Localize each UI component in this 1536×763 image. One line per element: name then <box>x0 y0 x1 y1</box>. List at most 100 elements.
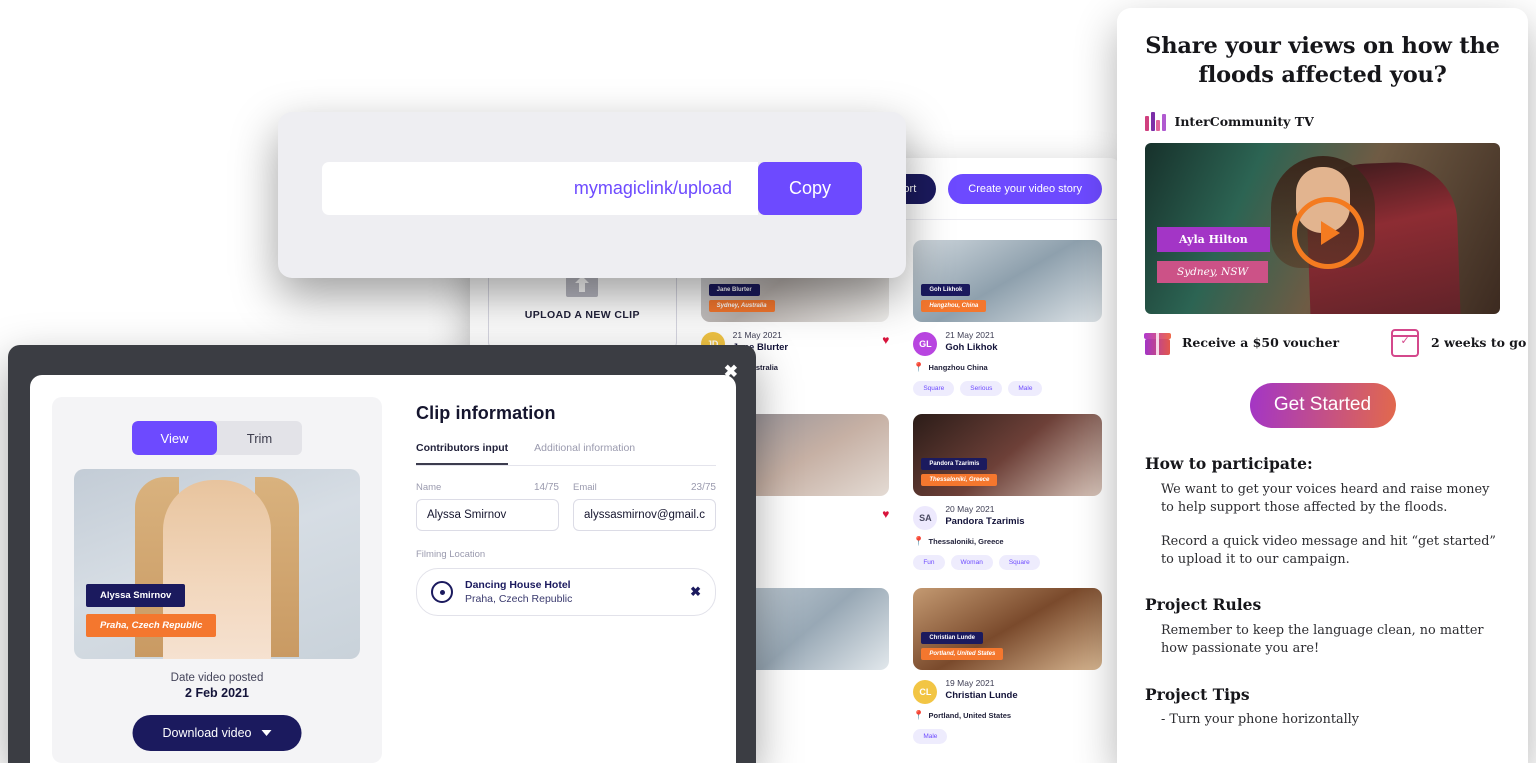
thumb-location-badge: Sydney, Australia <box>708 300 775 312</box>
play-icon[interactable] <box>1291 197 1364 270</box>
tag[interactable]: Woman <box>950 555 993 570</box>
clip-editor-window: ✖ View Trim Alyssa Smirnov Praha, Czech … <box>8 345 756 763</box>
get-started-button[interactable]: Get Started <box>1249 382 1396 428</box>
thumb-location-badge: Hangzhou, China <box>921 300 987 312</box>
filming-location-label: Filming Location <box>416 549 486 560</box>
name-input[interactable] <box>416 499 559 531</box>
clip-tags: Male <box>913 729 1102 744</box>
name-field-group: Name 14/75 <box>416 482 559 531</box>
filming-location-chip[interactable]: Dancing House Hotel Praha, Czech Republi… <box>416 568 716 616</box>
how-to-participate-paragraph-2: Record a quick video message and hit “ge… <box>1161 533 1496 568</box>
clip-card[interactable]: Goh Likhok Hangzhou, China GL 21 May 202… <box>913 240 1102 396</box>
clip-thumbnail[interactable]: Christian Lunde Portland, United States <box>913 588 1102 670</box>
clip-location: Hangzhou China <box>928 363 988 372</box>
contributor-fields: Name 14/75 Email 23/75 <box>416 482 716 531</box>
clip-card[interactable]: Christian Lunde Portland, United States … <box>913 588 1102 744</box>
clip-date: 20 May 2021 <box>945 504 995 514</box>
tab-view[interactable]: View <box>132 421 217 455</box>
info-tabs: Contributors input Additional informatio… <box>416 442 716 466</box>
location-pin-icon: 📍 <box>913 536 925 546</box>
date-posted-label: Date video posted <box>170 672 264 684</box>
campaign-perks: Receive a $50 voucher 2 weeks to go <box>1144 328 1526 357</box>
location-pin-icon <box>431 581 453 603</box>
thumb-name-badge: Jane Blurter <box>708 284 760 296</box>
clip-card-meta: SA 20 May 2021 Pandora Tzarimis <box>913 504 1102 530</box>
avatar: GL <box>913 332 938 356</box>
like-icon[interactable]: ♥ <box>882 334 889 346</box>
clip-date: 21 May 2021 <box>945 330 995 340</box>
copy-button[interactable]: Copy <box>758 162 862 215</box>
gift-icon <box>1144 331 1171 355</box>
clip-card-text: 20 May 2021 Pandora Tzarimis <box>945 504 1024 529</box>
tag[interactable]: Square <box>913 381 955 396</box>
clip-location-row: 📍 Hangzhou China <box>913 362 1102 373</box>
clip-name: Pandora Tzarimis <box>945 516 1025 528</box>
project-tips-heading: Project Tips <box>1145 684 1250 704</box>
like-icon[interactable]: ♥ <box>882 508 889 520</box>
email-input[interactable] <box>573 499 716 531</box>
thumb-name-badge: Christian Lunde <box>921 632 983 644</box>
clip-tags: Fun Woman Square <box>913 555 1102 570</box>
avatar: CL <box>913 680 938 704</box>
thumb-location-badge: Portland, United States <box>921 648 1004 660</box>
how-to-participate-heading: How to participate: <box>1145 453 1313 473</box>
location-pin-icon: 📍 <box>913 710 925 720</box>
close-icon[interactable]: ✖ <box>690 584 701 600</box>
clip-location-row: 📍 Portland, United States <box>913 710 1102 721</box>
brand-name: InterCommunity TV <box>1174 113 1314 129</box>
calendar-icon <box>1391 328 1420 357</box>
campaign-title: Share your views on how the floods affec… <box>1145 33 1500 88</box>
tag[interactable]: Fun <box>913 555 945 570</box>
magic-link-modal: mymagiclink/upload Copy <box>278 112 906 278</box>
project-rules-heading: Project Rules <box>1145 595 1262 615</box>
clip-date: 19 May 2021 <box>945 678 995 688</box>
clip-tags: Square Serious Male <box>913 381 1102 396</box>
email-field-header: Email 23/75 <box>573 482 716 493</box>
view-trim-toggle[interactable]: View Trim <box>132 421 302 455</box>
tag[interactable]: Serious <box>960 381 1003 396</box>
tag[interactable]: Male <box>913 729 948 744</box>
create-video-story-button[interactable]: Create your video story <box>948 173 1102 204</box>
clip-location: Portland, United States <box>928 711 1012 720</box>
download-video-button[interactable]: Download video <box>132 715 302 751</box>
upload-tile-label: UPLOAD A NEW CLIP <box>524 309 640 321</box>
clip-name: Goh Likhok <box>945 342 998 354</box>
tab-contributors-input[interactable]: Contributors input <box>416 442 509 465</box>
clip-editor-body: View Trim Alyssa Smirnov Praha, Czech Re… <box>30 375 736 763</box>
perk-deadline: 2 weeks to go <box>1391 328 1526 357</box>
clip-information-pane: Clip information Contributors input Addi… <box>416 403 716 616</box>
tag[interactable]: Male <box>1008 381 1043 396</box>
magic-link-input[interactable]: mymagiclink/upload <box>322 162 758 215</box>
clip-card[interactable]: Pandora Tzarimis Thessaloniki, Greece SA… <box>913 414 1102 570</box>
name-label: Name <box>416 482 442 493</box>
preview-location-badge: Praha, Czech Republic <box>86 614 217 637</box>
tab-additional-information[interactable]: Additional information <box>534 442 635 465</box>
clip-preview-video[interactable]: Alyssa Smirnov Praha, Czech Republic <box>74 469 360 659</box>
tab-trim[interactable]: Trim <box>217 421 302 455</box>
page-title: Clip information <box>416 403 556 423</box>
perk-voucher: Receive a $50 voucher <box>1144 331 1339 355</box>
clip-card-meta: GL 21 May 2021 Goh Likhok <box>913 330 1102 356</box>
campaign-video[interactable]: Ayla Hilton Sydney, NSW <box>1145 142 1500 314</box>
clip-location: Thessaloniki, Greece <box>928 537 1004 546</box>
clip-date: 21 May 2021 <box>732 330 782 340</box>
clip-preview-pane: View Trim Alyssa Smirnov Praha, Czech Re… <box>52 397 382 763</box>
avatar: SA <box>913 506 938 530</box>
clip-thumbnail[interactable]: Pandora Tzarimis Thessaloniki, Greece <box>913 414 1102 496</box>
tag[interactable]: Square <box>998 555 1040 570</box>
clip-name: Christian Lunde <box>945 690 1018 702</box>
thumb-location-badge: Thessaloniki, Greece <box>921 474 998 486</box>
campaign-panel: Share your views on how the floods affec… <box>1117 8 1528 763</box>
brand-row: InterCommunity TV <box>1145 111 1500 131</box>
download-video-label: Download video <box>162 726 252 740</box>
clip-thumbnail[interactable]: Goh Likhok Hangzhou, China <box>913 240 1102 322</box>
thumb-name-badge: Goh Likhok <box>921 284 971 296</box>
project-tips-item: - Turn your phone horizontally <box>1161 711 1360 727</box>
email-field-group: Email 23/75 <box>573 482 716 531</box>
clip-card-meta: CL 19 May 2021 Christian Lunde <box>913 678 1102 704</box>
clip-card-text: 21 May 2021 Goh Likhok <box>945 330 997 355</box>
thumb-name-badge: Pandora Tzarimis <box>921 458 988 470</box>
magic-link-row: mymagiclink/upload Copy <box>322 162 862 215</box>
filming-location-text: Dancing House Hotel Praha, Czech Republi… <box>465 579 678 605</box>
intercommunity-logo-icon <box>1145 111 1166 131</box>
